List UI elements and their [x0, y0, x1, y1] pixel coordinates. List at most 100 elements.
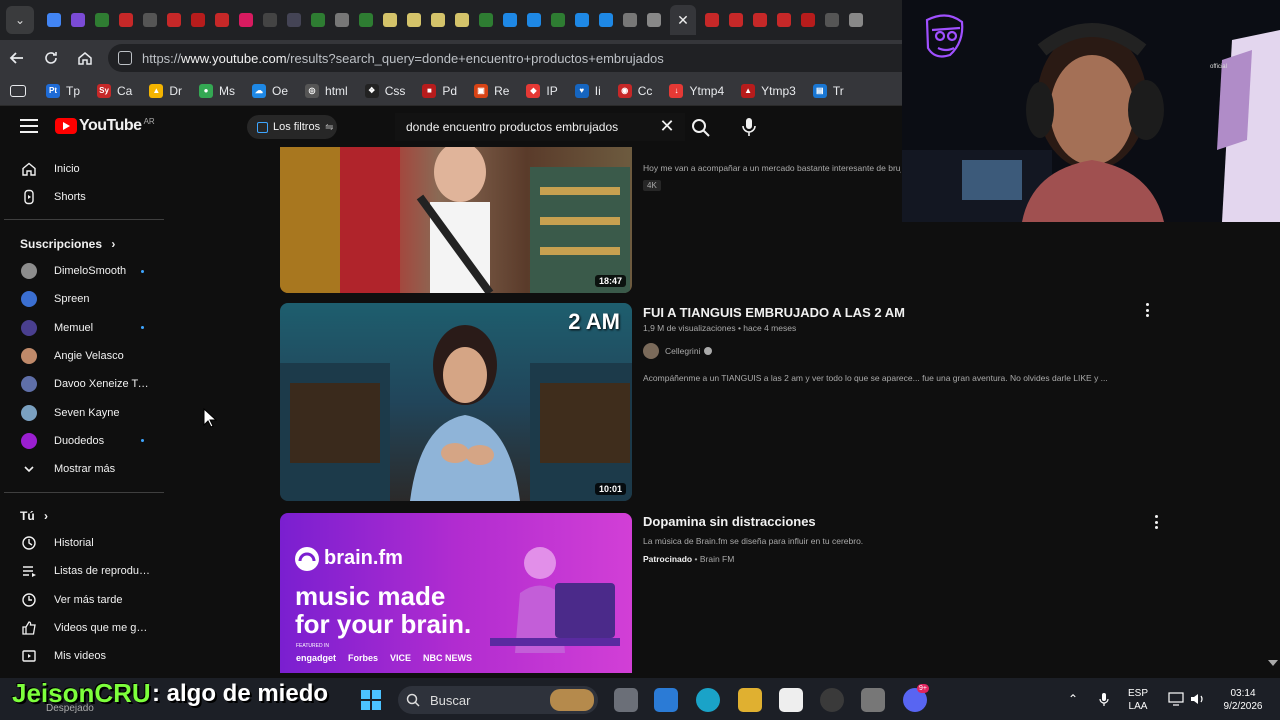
- bookmark-item[interactable]: ☁ Oe: [252, 83, 288, 98]
- video-title[interactable]: FUI A TIANGUIS EMBRUJADO A LAS 2 AM: [643, 305, 905, 320]
- bookmark-item[interactable]: Pt Tp: [46, 83, 80, 98]
- show-more-button[interactable]: Mostrar más: [0, 455, 160, 483]
- bookmark-item[interactable]: Sy Ca: [97, 83, 132, 98]
- bookmark-item[interactable]: ↓ Ytmp4: [669, 83, 724, 98]
- tab-favicon[interactable]: [407, 13, 421, 27]
- bookmark-item[interactable]: ◉ Cc: [617, 83, 652, 98]
- tab-favicon[interactable]: [119, 13, 133, 27]
- tab-favicon[interactable]: [455, 13, 469, 27]
- tab-favicon[interactable]: [71, 13, 85, 27]
- tab-favicon[interactable]: [143, 13, 157, 27]
- bookmark-item[interactable]: ❖ Css: [364, 83, 405, 98]
- bookmark-item[interactable]: ♥ Ii: [574, 83, 601, 98]
- bookmark-item[interactable]: ▲ Dr: [149, 83, 182, 98]
- tab-favicon[interactable]: [729, 13, 743, 27]
- ad-title[interactable]: Dopamina sin distracciones: [643, 514, 816, 529]
- video-thumbnail[interactable]: 18:47: [280, 147, 632, 293]
- ad-menu-button[interactable]: [1152, 515, 1160, 529]
- channel-link[interactable]: Cellegrini: [643, 343, 713, 359]
- bookmark-item[interactable]: ◎ html: [305, 83, 348, 98]
- sidebar-item-inicio[interactable]: Inicio: [0, 155, 160, 183]
- subscription-item[interactable]: Seven Kayne: [0, 399, 160, 427]
- tab-favicon[interactable]: [167, 13, 181, 27]
- sidebar-item-playlists[interactable]: Listas de reproduc...: [0, 557, 160, 585]
- tab-favicon[interactable]: [849, 13, 863, 27]
- clock[interactable]: 03:14 9/2/2026: [1218, 687, 1268, 713]
- taskbar-search-box[interactable]: Buscar: [398, 686, 598, 714]
- tab-favicon[interactable]: [503, 13, 517, 27]
- edge-browser-icon[interactable]: [696, 688, 720, 712]
- youtube-logo[interactable]: YouTube AR: [55, 117, 155, 135]
- reload-button[interactable]: [34, 41, 68, 75]
- sidebar-item-my-videos[interactable]: Mis videos: [0, 642, 160, 670]
- clear-search-button[interactable]: ✕: [657, 116, 677, 136]
- tab-favicon[interactable]: [191, 13, 205, 27]
- sidebar-item-like[interactable]: Videos que me gus...: [0, 614, 160, 642]
- tab-favicon[interactable]: [359, 13, 373, 27]
- tab-favicon[interactable]: [263, 13, 277, 27]
- tab-favicon[interactable]: [527, 13, 541, 27]
- tab-favicon[interactable]: [479, 13, 493, 27]
- subscriptions-heading[interactable]: Suscripciones ›: [20, 237, 115, 251]
- sidebar-item-history[interactable]: Historial: [0, 529, 160, 557]
- tab-favicon[interactable]: [575, 13, 589, 27]
- tab-favicon[interactable]: [215, 13, 229, 27]
- microphone-tray-icon[interactable]: [1098, 692, 1110, 712]
- app-icon[interactable]: [861, 688, 885, 712]
- tab-favicon[interactable]: [431, 13, 445, 27]
- task-view-icon[interactable]: [614, 688, 638, 712]
- volume-icon[interactable]: [1190, 692, 1206, 710]
- tab-search-button[interactable]: ⌄: [6, 6, 34, 34]
- store-icon[interactable]: [654, 688, 678, 712]
- subscription-item[interactable]: Memuel: [0, 314, 160, 342]
- start-button[interactable]: [361, 690, 381, 710]
- site-info-icon[interactable]: [118, 51, 132, 65]
- subscription-item[interactable]: Spreen: [0, 285, 160, 313]
- tab-favicon[interactable]: [287, 13, 301, 27]
- bookmark-item[interactable]: ▲ Ytmp3: [741, 83, 796, 98]
- bookmark-item[interactable]: ■ Pd: [422, 83, 457, 98]
- tab-favicon[interactable]: [599, 13, 613, 27]
- sidebar-item-shorts[interactable]: Shorts: [0, 183, 160, 211]
- you-heading[interactable]: Tú ›: [20, 509, 48, 523]
- subscription-item[interactable]: Davoo Xeneize Twit...: [0, 370, 160, 398]
- home-button[interactable]: [68, 41, 102, 75]
- action-menu-button[interactable]: [1143, 303, 1151, 317]
- filters-button[interactable]: Los filtros ⇋: [247, 115, 337, 139]
- tab-favicon[interactable]: [825, 13, 839, 27]
- show-hidden-icons-button[interactable]: ⌃: [1068, 693, 1078, 706]
- network-icon[interactable]: [1168, 692, 1184, 710]
- active-tab-close-button[interactable]: ✕: [670, 5, 696, 35]
- tab-favicon[interactable]: [647, 13, 661, 27]
- voice-search-button[interactable]: [738, 115, 760, 139]
- back-button[interactable]: [0, 41, 34, 75]
- subscription-item[interactable]: Duodedos: [0, 427, 160, 455]
- tab-favicon[interactable]: [705, 13, 719, 27]
- file-explorer-icon[interactable]: [738, 688, 762, 712]
- obs-icon[interactable]: [820, 688, 844, 712]
- bookmark-item[interactable]: ● Ms: [199, 83, 235, 98]
- guide-menu-button[interactable]: [20, 119, 38, 133]
- sidebar-item-watch-later[interactable]: Ver más tarde: [0, 586, 160, 614]
- ad-thumbnail[interactable]: brain.fm music made for your brain. FEAT…: [280, 513, 632, 673]
- bookmark-item[interactable]: ▤ Tr: [812, 83, 844, 98]
- search-input[interactable]: donde encuentro productos embrujados: [395, 113, 685, 141]
- tab-favicon[interactable]: [335, 13, 349, 27]
- tab-favicon[interactable]: [95, 13, 109, 27]
- tab-favicon[interactable]: [551, 13, 565, 27]
- language-indicator[interactable]: ESP LAA: [1128, 687, 1148, 713]
- tab-favicon[interactable]: [383, 13, 397, 27]
- tab-favicon[interactable]: [801, 13, 815, 27]
- tab-favicon[interactable]: [753, 13, 767, 27]
- tab-favicon[interactable]: [239, 13, 253, 27]
- tab-favicon[interactable]: [47, 13, 61, 27]
- video-thumbnail[interactable]: 2 AM 10:01: [280, 303, 632, 501]
- discord-icon[interactable]: 9+: [903, 684, 929, 712]
- capcut-icon[interactable]: [779, 688, 803, 712]
- subscription-item[interactable]: DimeloSmooth: [0, 257, 160, 285]
- tab-favicon[interactable]: [777, 13, 791, 27]
- search-button[interactable]: [688, 115, 714, 141]
- bookmark-item[interactable]: ▣ Re: [474, 83, 509, 98]
- bookmark-menu-icon[interactable]: [10, 84, 26, 97]
- subscription-item[interactable]: Angie Velasco: [0, 342, 160, 370]
